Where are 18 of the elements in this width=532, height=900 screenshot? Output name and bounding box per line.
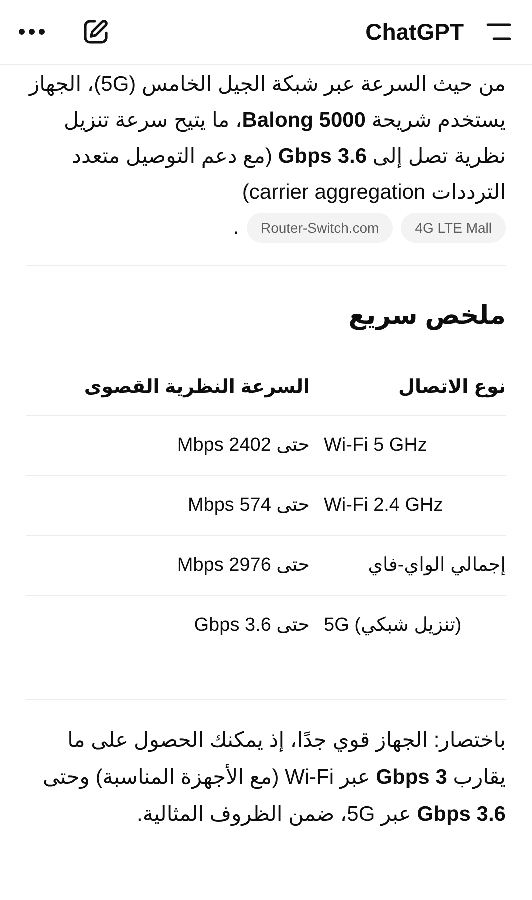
column-header: السرعة النظرية القصوى [83, 376, 310, 398]
column-header: نوع الاتصال [398, 376, 506, 398]
table-cell-text: حتى 2976 Mbps [176, 554, 310, 577]
table-cell-text: Wi-Fi 2.4 GHz [324, 494, 444, 516]
table-cell-text: حتى 3.6 Gbps [193, 614, 310, 637]
edit-icon[interactable] [82, 18, 110, 46]
table-cell-text: 5G (تنزيل شبكي) [324, 614, 463, 637]
table-cell-text: إجمالي الواي-فاي [367, 554, 506, 577]
app-title: ChatGPT [366, 18, 464, 46]
source-link[interactable]: 4G LTE Mall [401, 213, 506, 243]
period-text: . [233, 215, 239, 241]
source-link[interactable]: Router-Switch.com [246, 213, 394, 243]
menu-icon[interactable] [486, 23, 512, 41]
table-cell-text: حتى 574 Mbps [186, 494, 310, 517]
more-icon[interactable] [18, 28, 46, 36]
table-cell-text: حتى 2402 Mbps [176, 434, 310, 457]
table-cell-text: Wi-Fi 5 GHz [324, 434, 428, 456]
section-heading: ملخص سريع [348, 300, 506, 331]
